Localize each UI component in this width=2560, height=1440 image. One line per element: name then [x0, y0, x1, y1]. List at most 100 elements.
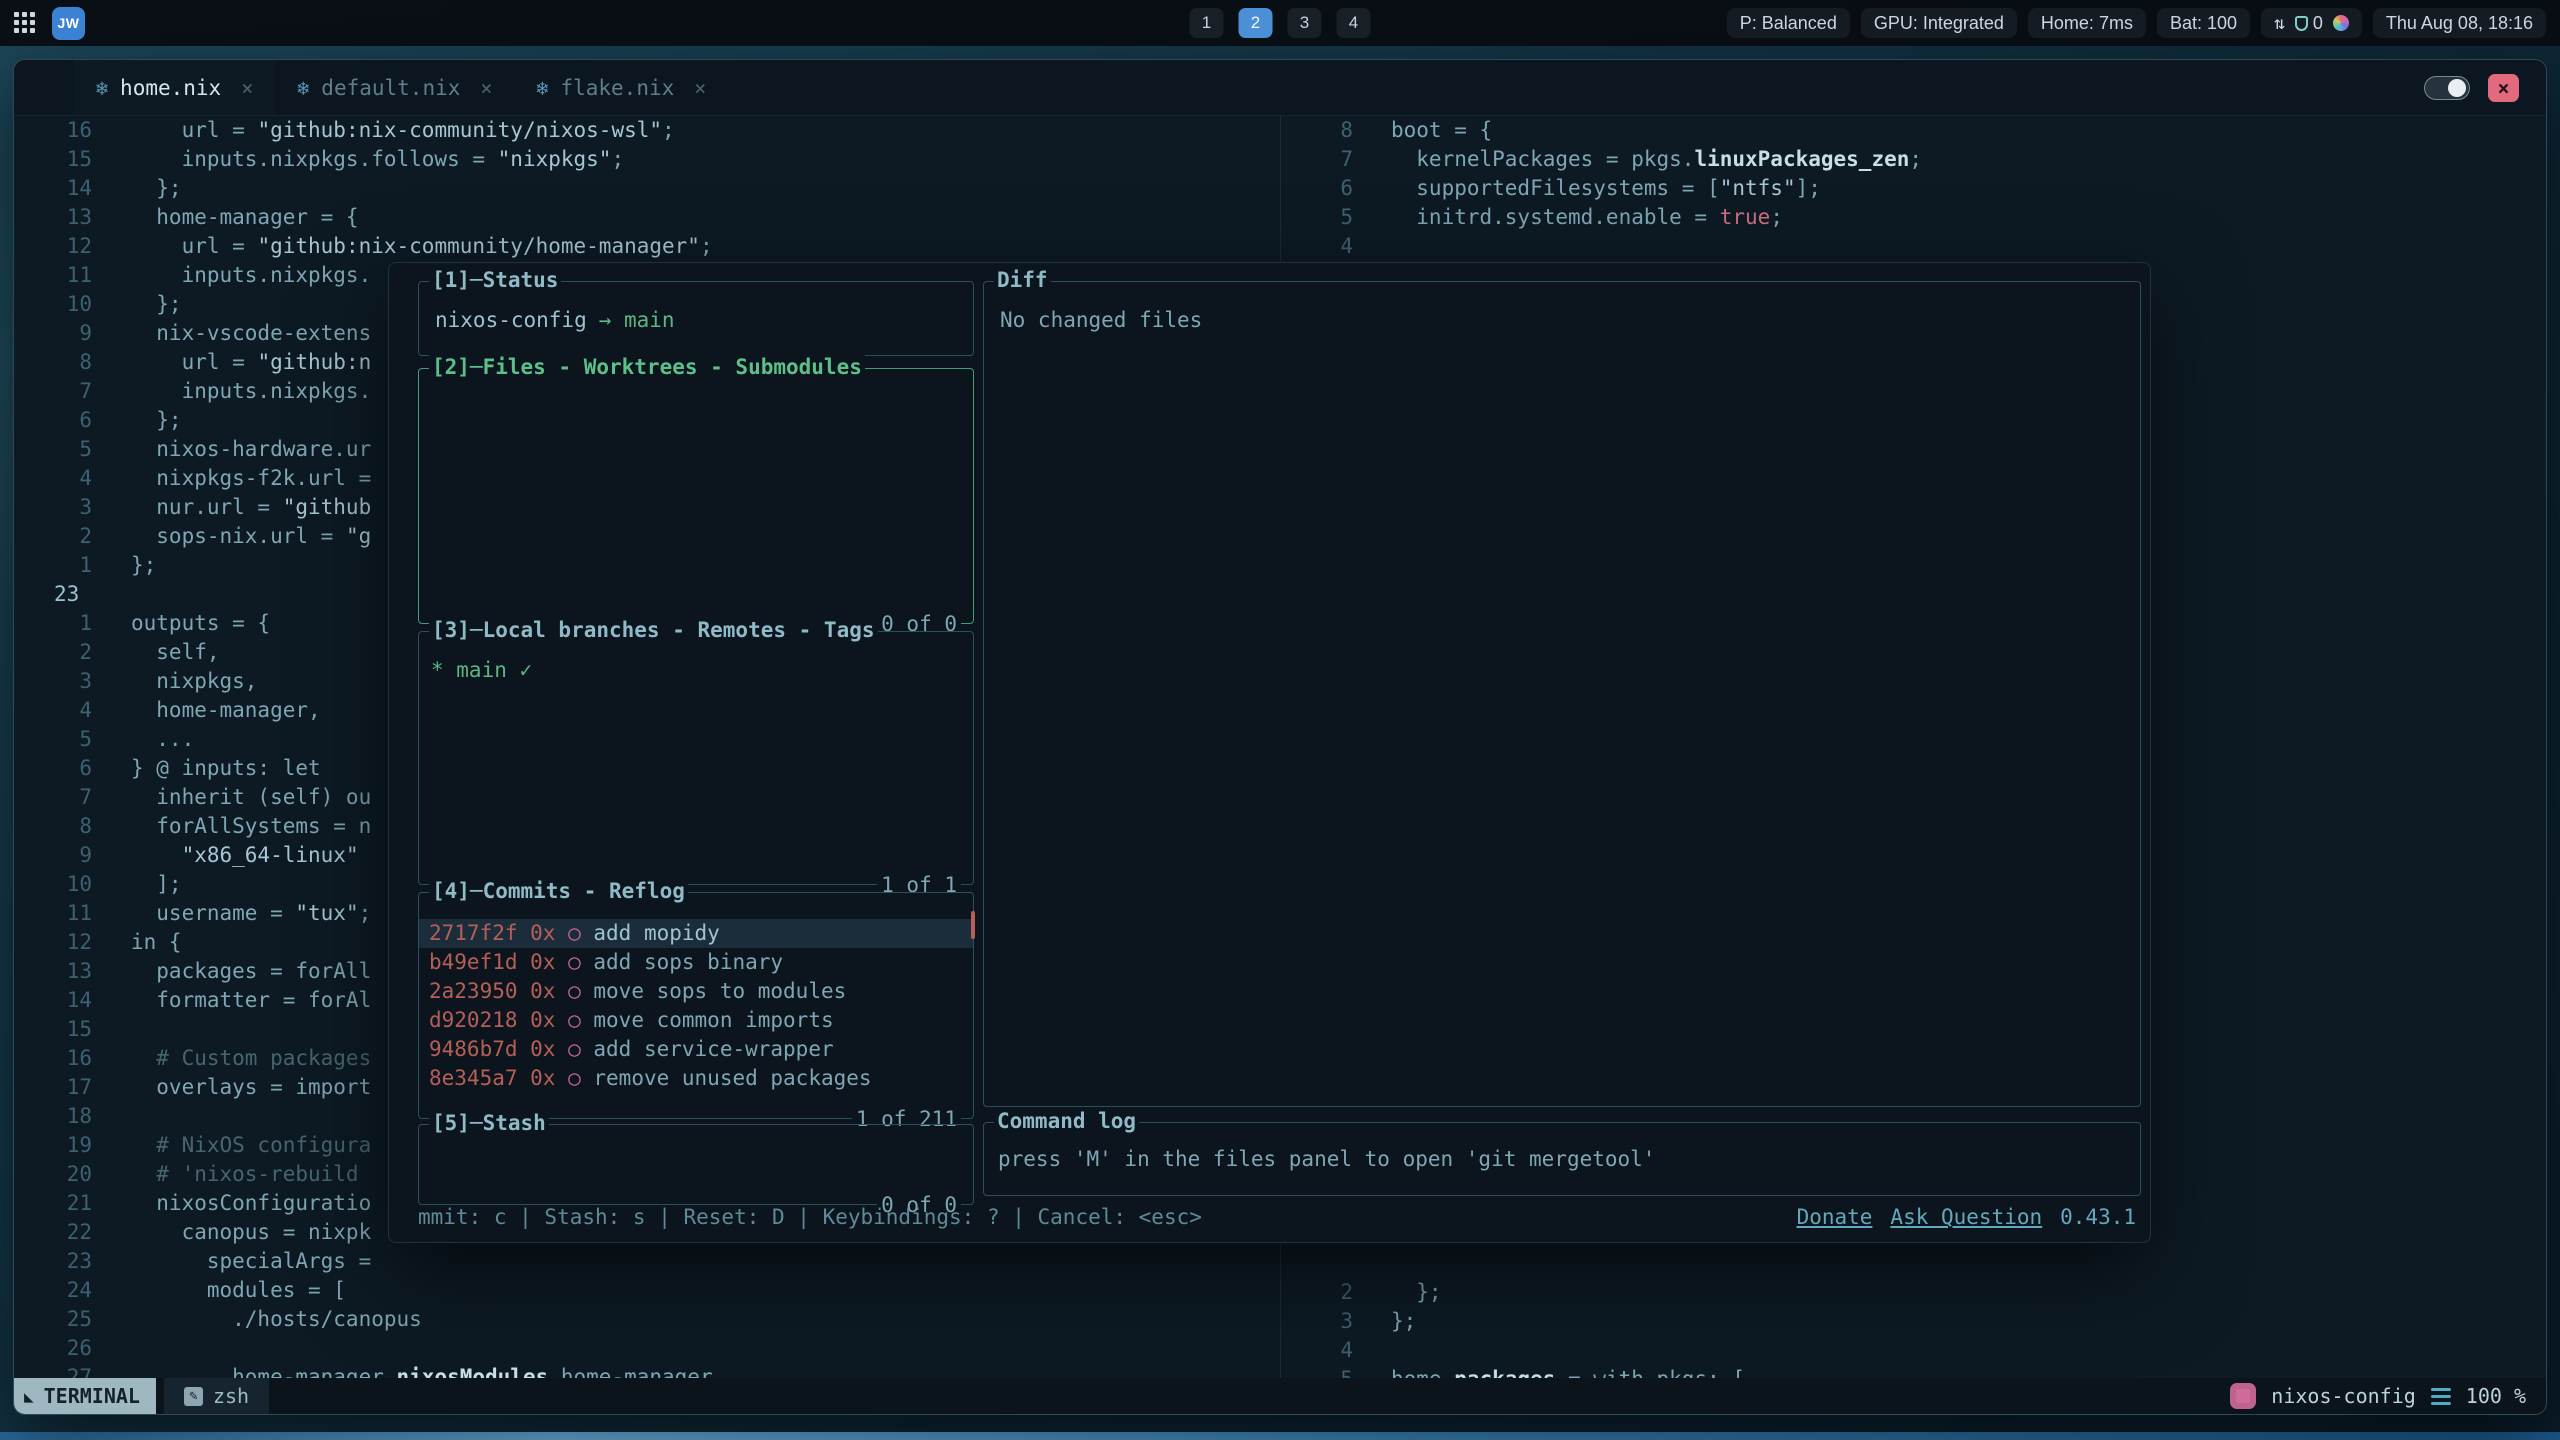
code-line: 13 home-manager = {: [14, 203, 1280, 232]
commit-author: 0x: [518, 977, 569, 1006]
clock[interactable]: Thu Aug 08, 18:16: [2373, 8, 2546, 38]
nix-snowflake-icon: ❄: [536, 76, 548, 100]
keybindings-text: mmit: c | Stash: s | Reset: D | Keybindi…: [418, 1205, 1202, 1229]
commit-author: 0x: [518, 1064, 569, 1093]
commit-message: add service-wrapper: [593, 1035, 833, 1064]
commit-row[interactable]: 2a23950 0x ○ move sops to modules: [419, 977, 973, 1006]
statusbar-repo-name: nixos-config: [2271, 1384, 2416, 1408]
code-text: inherit (self) ou: [131, 783, 371, 812]
code-text: home-manager.nixosModules.home-manager: [131, 1363, 713, 1378]
system-tray[interactable]: ⇅ 0: [2261, 8, 2362, 38]
line-number: 5: [14, 435, 92, 464]
power-profile-chip[interactable]: P: Balanced: [1727, 8, 1850, 38]
commit-row[interactable]: 2717f2f 0x ○ add mopidy: [419, 919, 973, 948]
gpu-chip[interactable]: GPU: Integrated: [1861, 8, 2017, 38]
code-text: } @ inputs: let: [131, 754, 321, 783]
ask-question-link[interactable]: Ask Question: [1890, 1205, 2042, 1229]
shell-tab[interactable]: ✎ zsh: [164, 1378, 269, 1414]
tab-flake.nix[interactable]: ❄flake.nix×: [514, 60, 728, 115]
code-text: # NixOS configura: [131, 1131, 371, 1160]
line-number: 10: [14, 290, 92, 319]
commits-scrollbar[interactable]: [971, 911, 975, 939]
line-number: 11: [14, 261, 92, 290]
commit-row[interactable]: d920218 0x ○ move common imports: [419, 1006, 973, 1035]
donate-link[interactable]: Donate: [1797, 1205, 1873, 1229]
code-line: 8boot = {: [1281, 116, 2546, 145]
line-number: 8: [14, 348, 92, 377]
code-line: 6 supportedFilesystems = ["ntfs"];: [1281, 174, 2546, 203]
lazygit-command-log-panel[interactable]: Command log press 'M' in the files panel…: [983, 1122, 2141, 1196]
line-number: 4: [1281, 232, 1353, 261]
tab-close-icon[interactable]: ×: [241, 76, 253, 100]
commit-message: add mopidy: [593, 919, 719, 948]
code-text: self,: [131, 638, 220, 667]
command-log-body: press 'M' in the files panel to open 'gi…: [984, 1123, 2140, 1171]
lazygit-stash-panel[interactable]: [5]─Stash 0 of 0: [418, 1124, 974, 1205]
scroll-percent: 100 %: [2466, 1384, 2526, 1408]
commit-row[interactable]: 8e345a7 0x ○ remove unused packages: [419, 1064, 973, 1093]
terminal-icon: ◣: [24, 1387, 34, 1406]
code-text: # Custom packages: [131, 1044, 371, 1073]
workspace-3[interactable]: 3: [1288, 8, 1322, 38]
shield-icon[interactable]: 0: [2295, 13, 2323, 34]
line-number: 9: [14, 319, 92, 348]
logo-badge[interactable]: JW: [52, 7, 85, 40]
tab-default.nix[interactable]: ❄default.nix×: [275, 60, 514, 115]
code-text: };: [131, 290, 182, 319]
code-text: sops-nix.url = "g: [131, 522, 371, 551]
lazygit-status-panel[interactable]: [1]─Status nixos-config→ main: [418, 281, 974, 356]
lazygit-files-panel[interactable]: [2]─Files - Worktrees - Submodules 0 of …: [418, 368, 974, 624]
code-text: canopus = nixpk: [131, 1218, 371, 1247]
pencil-icon: ✎: [184, 1387, 203, 1406]
code-text: home.packages = with pkgs; [: [1391, 1365, 1745, 1378]
code-line: 26: [14, 1334, 1280, 1363]
lazygit-commits-panel[interactable]: [4]─Commits - Reflog 2717f2f 0x ○ add mo…: [418, 892, 974, 1119]
line-number: 1: [14, 551, 92, 580]
code-text: ...: [131, 725, 194, 754]
commit-author: 0x: [518, 1006, 569, 1035]
code-text: packages = forAll: [131, 957, 371, 986]
top-bar-left: JW: [14, 7, 85, 40]
commit-message: move common imports: [593, 1006, 833, 1035]
code-line: 14 };: [14, 174, 1280, 203]
status-panel-title: [1]─Status: [429, 268, 561, 292]
code-text: nixpkgs,: [131, 667, 257, 696]
tab-close-icon[interactable]: ×: [694, 76, 706, 100]
commit-row[interactable]: 9486b7d 0x ○ add service-wrapper: [419, 1035, 973, 1064]
code-text: modules = [: [131, 1276, 346, 1305]
code-line: 4: [1281, 232, 2546, 261]
line-number: 10: [14, 870, 92, 899]
tab-close-icon[interactable]: ×: [480, 76, 492, 100]
tab-home.nix[interactable]: ❄home.nix×: [74, 60, 275, 115]
workspace-4[interactable]: 4: [1337, 8, 1371, 38]
toggle-switch[interactable]: [2424, 76, 2470, 100]
commit-author: 0x: [518, 919, 569, 948]
network-icon[interactable]: ⇅: [2274, 13, 2285, 34]
code-line: 5home.packages = with pkgs; [: [1281, 1365, 2546, 1378]
line-number: 17: [14, 1073, 92, 1102]
line-number: 26: [14, 1334, 92, 1363]
line-number: 6: [14, 406, 92, 435]
commit-hash: 9486b7d: [429, 1035, 518, 1064]
code-text: home-manager,: [131, 696, 321, 725]
line-number: 25: [14, 1305, 92, 1334]
lazygit-diff-panel[interactable]: Diff No changed files: [983, 281, 2141, 1107]
shield-count: 0: [2313, 13, 2323, 34]
window-close-button[interactable]: ×: [2488, 74, 2519, 102]
line-number: 14: [14, 174, 92, 203]
workspace-1[interactable]: 1: [1190, 8, 1224, 38]
files-panel-title: [2]─Files - Worktrees - Submodules: [429, 355, 865, 379]
workspace-2[interactable]: 2: [1239, 8, 1273, 38]
line-number: 14: [14, 986, 92, 1015]
line-number: 3: [1281, 1307, 1353, 1336]
commit-rows: 2717f2f 0x ○ add mopidyb49ef1d 0x ○ add …: [419, 893, 973, 1093]
ping-chip[interactable]: Home: 7ms: [2028, 8, 2146, 38]
apps-grid-icon[interactable]: [14, 12, 36, 34]
commits-panel-title: [4]─Commits - Reflog: [429, 879, 688, 903]
line-number: 15: [14, 1015, 92, 1044]
commit-row[interactable]: b49ef1d 0x ○ add sops binary: [419, 948, 973, 977]
lazygit-branches-panel[interactable]: [3]─Local branches - Remotes - Tags * ma…: [418, 631, 974, 885]
mode-label: TERMINAL: [44, 1384, 140, 1408]
battery-chip[interactable]: Bat: 100: [2157, 8, 2250, 38]
color-palette-icon[interactable]: [2333, 15, 2349, 31]
